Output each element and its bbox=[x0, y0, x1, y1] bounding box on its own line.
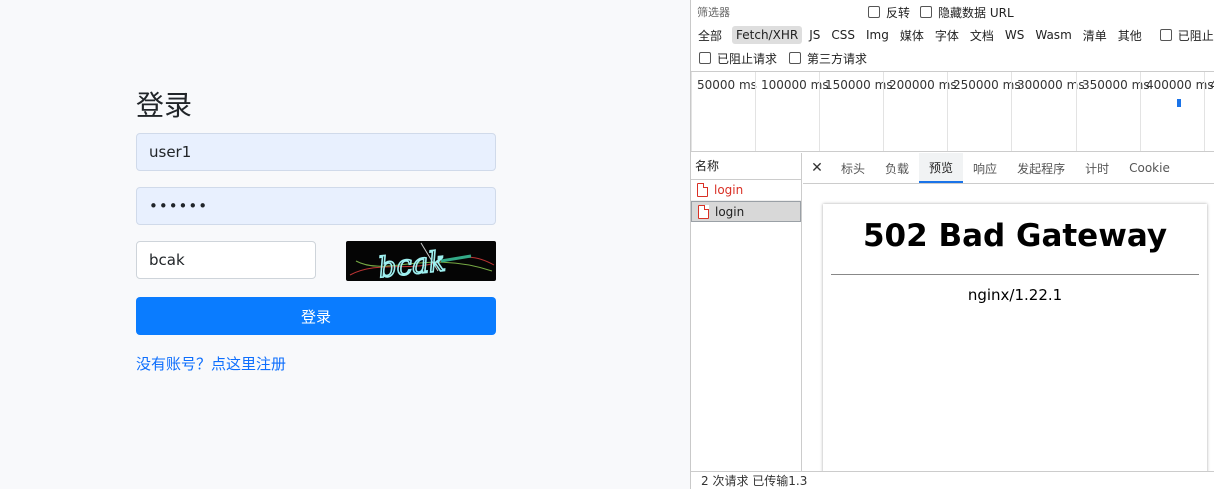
tab-initiator[interactable]: 发起程序 bbox=[1007, 153, 1075, 183]
response-preview: 502 Bad Gateway nginx/1.22.1 bbox=[823, 204, 1207, 481]
checkbox-icon bbox=[1159, 29, 1172, 41]
timeline-tick: 150000 ms bbox=[819, 72, 893, 151]
invert-checkbox[interactable]: 反转 bbox=[868, 4, 910, 21]
type-img[interactable]: Img bbox=[862, 26, 893, 44]
filter-input[interactable]: 筛选器 bbox=[694, 2, 856, 22]
type-css[interactable]: CSS bbox=[827, 26, 859, 44]
third-party-checkbox[interactable]: 第三方请求 bbox=[789, 50, 867, 67]
document-error-icon bbox=[697, 183, 708, 197]
devtools-network-panel: 筛选器 反转 隐藏数据 URL 全部 Fetch/XHR JS CSS Img … bbox=[690, 0, 1214, 489]
timeline-tick: 250000 ms bbox=[947, 72, 1021, 151]
tab-preview[interactable]: 预览 bbox=[919, 153, 964, 183]
timeline-tick: 200000 ms bbox=[883, 72, 957, 151]
timeline-tick: 4 bbox=[1204, 72, 1214, 151]
request-row-selected[interactable]: login bbox=[691, 201, 801, 222]
type-wasm[interactable]: Wasm bbox=[1031, 26, 1075, 44]
type-ws[interactable]: WS bbox=[1001, 26, 1028, 44]
checkbox-icon bbox=[789, 52, 802, 64]
status-bar: 2 次请求 已传输1.3 bbox=[691, 471, 1214, 489]
timeline-request-bar bbox=[1177, 99, 1181, 107]
hide-data-url-label: 隐藏数据 URL bbox=[938, 5, 1014, 20]
timeline-tick: 400000 ms bbox=[1140, 72, 1214, 151]
type-media[interactable]: 媒体 bbox=[896, 25, 928, 46]
request-detail-pane: ✕ 标头 负载 预览 响应 发起程序 计时 Cookie 502 Bad Gat… bbox=[803, 153, 1214, 481]
captcha-text: bcak bbox=[377, 245, 447, 281]
login-title: 登录 bbox=[136, 89, 193, 122]
checkbox-icon bbox=[868, 6, 880, 18]
tab-response[interactable]: 响应 bbox=[963, 153, 1007, 183]
blocked-cookies-checkbox[interactable]: 已阻止 Cookie bbox=[1159, 27, 1214, 44]
timeline-tick: 300000 ms bbox=[1011, 72, 1085, 151]
network-timeline[interactable]: 50000 ms 100000 ms 150000 ms 200000 ms 2… bbox=[691, 71, 1214, 152]
tab-payload[interactable]: 负载 bbox=[875, 153, 919, 183]
captcha-input[interactable]: bcak bbox=[136, 241, 316, 279]
username-input[interactable]: user1 bbox=[136, 133, 496, 171]
document-error-icon bbox=[698, 204, 709, 219]
request-name: login bbox=[715, 204, 745, 219]
request-filter-row: 已阻止请求 第三方请求 bbox=[691, 47, 1214, 69]
type-doc[interactable]: 文档 bbox=[966, 25, 998, 46]
login-page: 登录 user1 •••••• bcak bcak 登录 没有账号？点这里注册 bbox=[0, 0, 690, 489]
preview-server: nginx/1.22.1 bbox=[967, 286, 1063, 304]
type-other[interactable]: 其他 bbox=[1114, 25, 1146, 46]
request-list: 名称 login login bbox=[691, 153, 802, 489]
hide-data-url-checkbox[interactable]: 隐藏数据 URL bbox=[920, 4, 1014, 21]
register-link[interactable]: 没有账号？点这里注册 bbox=[136, 353, 286, 374]
name-column-header[interactable]: 名称 bbox=[691, 153, 801, 180]
type-manifest[interactable]: 清单 bbox=[1079, 25, 1111, 46]
request-name: login bbox=[714, 183, 744, 197]
tab-headers[interactable]: 标头 bbox=[831, 153, 875, 183]
filter-toolbar: 筛选器 反转 隐藏数据 URL bbox=[691, 0, 1214, 24]
third-party-label: 第三方请求 bbox=[807, 51, 868, 66]
type-js[interactable]: JS bbox=[805, 26, 824, 44]
detail-tabs: ✕ 标头 负载 预览 响应 发起程序 计时 Cookie bbox=[803, 153, 1214, 184]
blocked-requests-checkbox[interactable]: 已阻止请求 bbox=[699, 50, 777, 67]
checkbox-icon bbox=[920, 6, 933, 18]
blocked-requests-label: 已阻止请求 bbox=[717, 51, 778, 66]
preview-heading: 502 Bad Gateway bbox=[862, 218, 1168, 254]
captcha-image[interactable]: bcak bbox=[346, 241, 496, 281]
tab-timing[interactable]: 计时 bbox=[1075, 153, 1119, 183]
close-icon[interactable]: ✕ bbox=[803, 153, 831, 183]
divider bbox=[831, 274, 1199, 275]
resource-type-filter: 全部 Fetch/XHR JS CSS Img 媒体 字体 文档 WS Wasm… bbox=[691, 24, 1214, 46]
type-all[interactable]: 全部 bbox=[694, 25, 726, 46]
blocked-cookies-label: 已阻止 Cookie bbox=[1177, 28, 1214, 43]
checkbox-icon bbox=[699, 52, 711, 64]
password-input[interactable]: •••••• bbox=[136, 187, 496, 225]
request-row[interactable]: login bbox=[691, 180, 801, 201]
type-fetch-xhr[interactable]: Fetch/XHR bbox=[732, 26, 803, 44]
type-font[interactable]: 字体 bbox=[931, 25, 963, 46]
tab-cookies[interactable]: Cookie bbox=[1119, 153, 1180, 183]
timeline-tick: 350000 ms bbox=[1076, 72, 1150, 151]
timeline-tick: 50000 ms bbox=[691, 72, 757, 151]
timeline-tick: 100000 ms bbox=[755, 72, 829, 151]
invert-label: 反转 bbox=[886, 5, 911, 20]
login-button[interactable]: 登录 bbox=[136, 297, 496, 335]
